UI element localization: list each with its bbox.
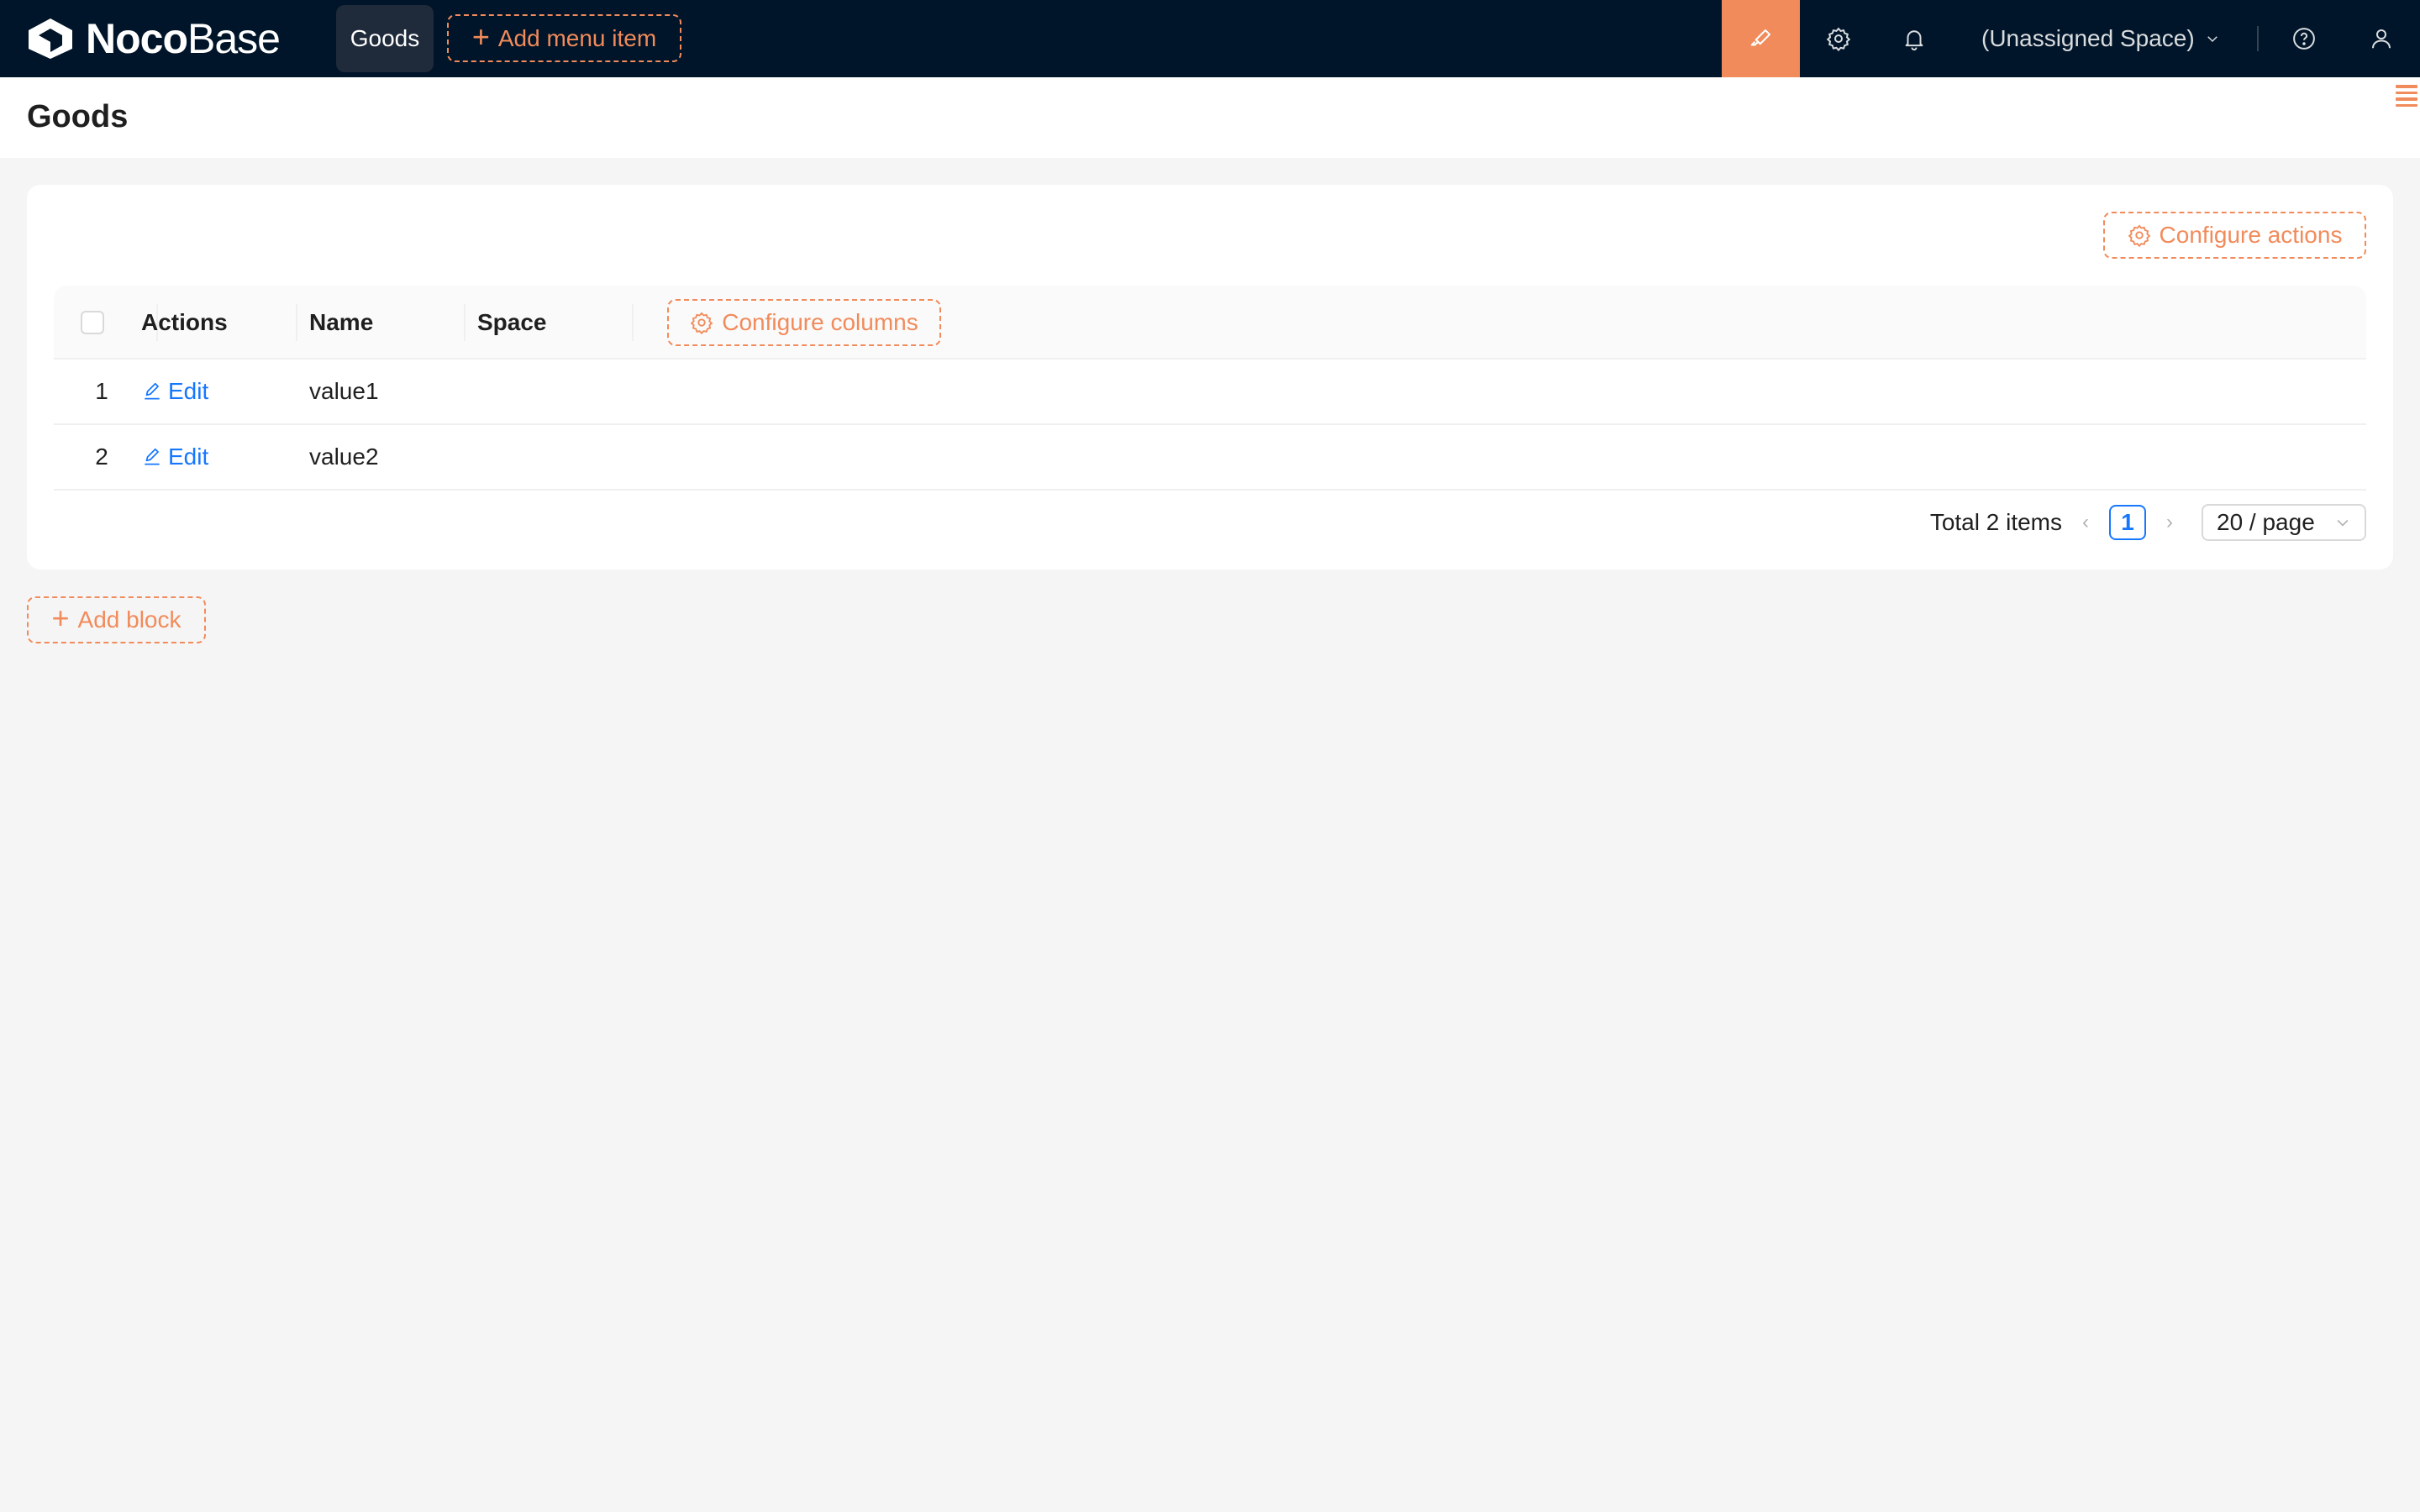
highlighter-icon [1750,29,1770,46]
column-divider [464,304,466,341]
top-header: NocoBase Goods + Add menu item (Unassign… [0,0,2420,77]
add-block-button[interactable]: + Add block [27,596,206,643]
logo[interactable]: NocoBase [25,15,281,62]
column-header-space: Space [477,309,547,335]
page-1-button[interactable]: 1 [2109,505,2146,540]
user-icon [2372,29,2391,49]
page-header: Goods [0,77,2420,158]
column-header-name: Name [309,309,374,335]
chevron-down-icon [2337,519,2349,527]
configure-columns-button[interactable]: Configure columns [667,299,941,346]
settings-button[interactable] [1800,0,1877,77]
edit-icon [145,448,160,465]
configure-actions-button[interactable]: Configure actions [2103,212,2366,259]
row-index: 2 [95,444,108,470]
edit-label: Edit [168,444,209,470]
space-selector[interactable]: (Unassigned Space) [1981,0,2220,77]
column-header-actions: Actions [141,309,228,335]
logo-text: NocoBase [86,15,281,62]
settings-icon [1826,27,1851,51]
table-row: 2 Edit value2 [54,425,2366,491]
data-table: Actions Name Space Configure columns 1 E… [54,286,2366,491]
edit-label: Edit [168,378,209,404]
add-block-label: Add block [77,606,182,633]
notifications-button[interactable] [1876,0,1953,77]
column-divider [632,304,634,341]
prev-page-icon[interactable]: ‹ [2074,511,2097,534]
user-menu-button[interactable] [2343,0,2420,77]
column-divider [296,304,297,341]
page-size-value: 20 / page [2217,509,2315,535]
table-header: Actions Name Space Configure columns [54,286,2366,360]
configure-actions-label: Configure actions [2159,222,2343,248]
ui-editor-button[interactable] [1722,0,1800,77]
chevron-down-icon [2207,36,2217,43]
plus-icon: + [471,18,490,54]
edit-link[interactable]: Edit [141,360,208,423]
gear-icon [690,312,713,334]
space-selector-label: (Unassigned Space) [1981,25,2195,51]
next-page-icon[interactable]: › [2158,511,2181,534]
nav-item-goods[interactable]: Goods [336,5,434,72]
page-size-select[interactable]: 20 / page [2202,504,2366,541]
page-title: Goods [27,99,129,134]
name-cell: value1 [309,378,379,404]
sidebar-toggle-icon[interactable] [2393,82,2420,109]
help-button[interactable] [2265,0,2343,77]
name-cell: value2 [309,444,379,470]
plus-icon: + [51,601,70,635]
edit-icon [145,382,160,400]
total-items: Total 2 items [1929,509,2062,535]
bell-icon [1905,30,1923,51]
row-index: 1 [95,378,108,404]
select-all-checkbox[interactable] [81,311,104,334]
pagination: Total 2 items ‹ 1 › 20 / page [1930,504,2366,541]
header-divider [2257,26,2259,51]
table-row: 1 Edit value1 [54,360,2366,425]
add-menu-item-button[interactable]: + Add menu item [447,14,681,62]
gear-icon [2128,224,2150,247]
help-icon [2293,28,2315,50]
add-menu-item-label: Add menu item [497,24,657,51]
table-block: Configure actions Actions Name Space Con… [27,185,2393,570]
configure-columns-label: Configure columns [722,309,918,335]
edit-link[interactable]: Edit [141,425,208,489]
nocobase-logo-icon [29,18,72,59]
